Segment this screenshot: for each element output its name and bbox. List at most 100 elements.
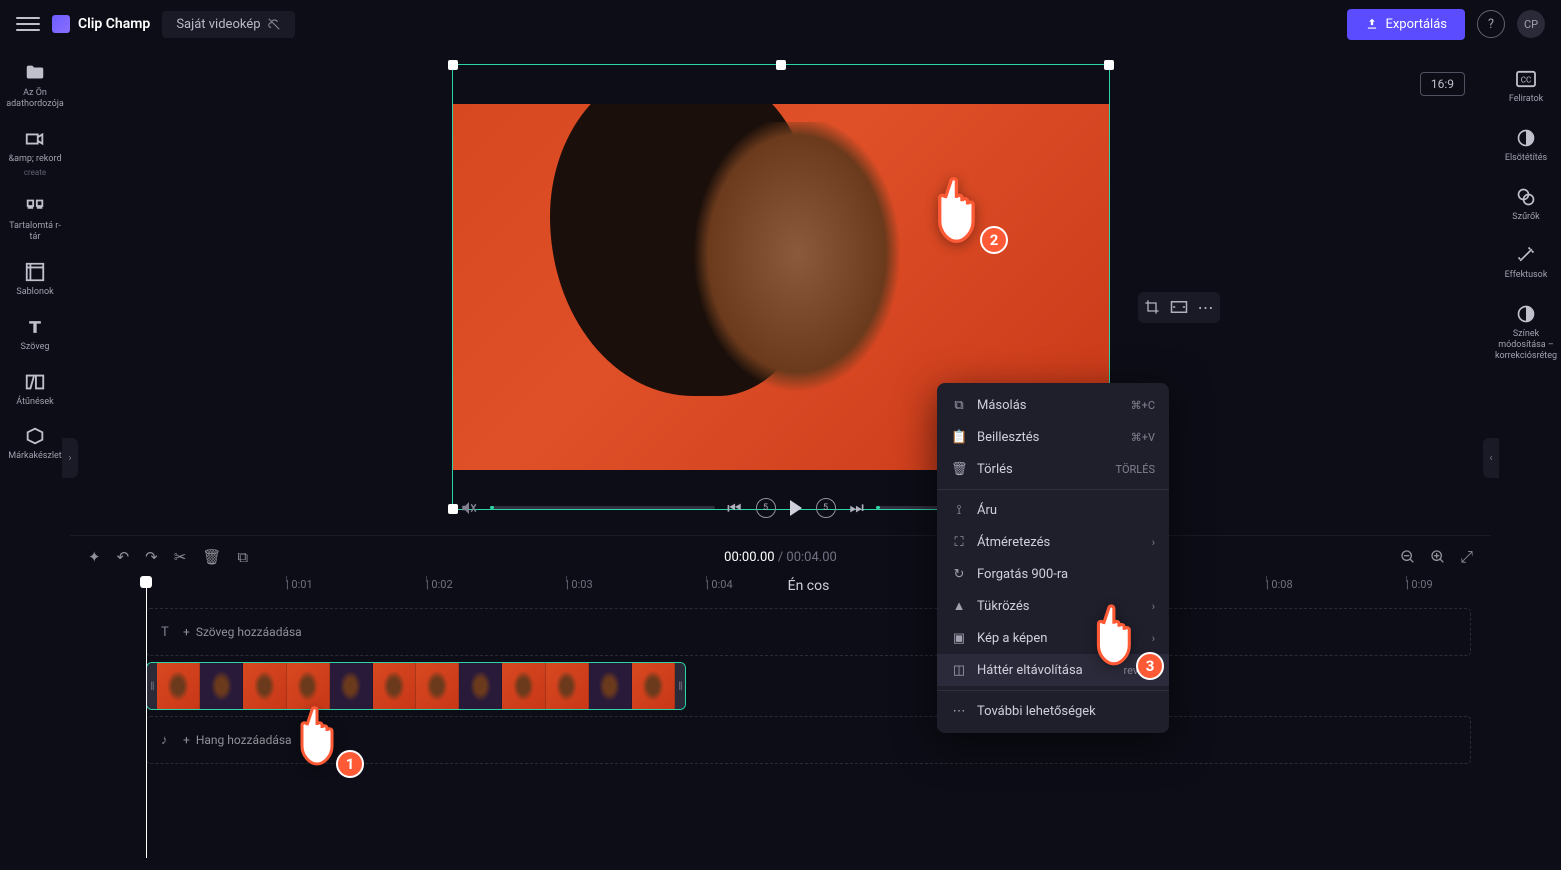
bg-remove-icon: ◫: [951, 663, 967, 678]
rail-transitions[interactable]: Átűnések: [4, 365, 66, 414]
skip-end-icon[interactable]: ⏭: [850, 498, 864, 518]
ctx-flip[interactable]: ▲Tükrözés›: [937, 590, 1169, 622]
current-time: 00:00.00: [724, 550, 774, 565]
fit-icon[interactable]: [1170, 300, 1188, 314]
ctx-rotate[interactable]: ↻Forgatás 900-ra: [937, 558, 1169, 590]
rail-media[interactable]: Az Ön adathordozója: [4, 56, 66, 116]
ruler-tick: | 0:02: [426, 578, 453, 591]
rail-colors[interactable]: Színek módosítása – korrekciósréteg: [1495, 297, 1557, 367]
ctx-resize[interactable]: ⛶Átméretezés›: [937, 526, 1169, 558]
rail-templates-label: Sablonok: [16, 287, 53, 298]
total-time: 00:04.00: [786, 550, 836, 565]
ruler-tick: | 0:01: [286, 578, 313, 591]
zoom-in-icon[interactable]: [1430, 549, 1446, 565]
right-rail: CC Feliratok Elsötétítés Szűrők Effektus…: [1491, 48, 1561, 870]
export-button[interactable]: Exportálás: [1347, 9, 1465, 40]
playhead[interactable]: [146, 578, 147, 858]
resize-handle-tl[interactable]: [448, 60, 458, 70]
text-track[interactable]: T +Szöveg hozzáadása: [146, 608, 1471, 656]
rail-text-label: Szöveg: [21, 342, 50, 353]
avatar[interactable]: CP: [1517, 10, 1545, 38]
project-title[interactable]: Saját videokép: [162, 11, 294, 38]
template-icon: [24, 261, 46, 283]
ruler-tick: | 0:04: [706, 578, 733, 591]
ctx-pip[interactable]: ▣Kép a képen›: [937, 622, 1169, 654]
ctx-remove-bg[interactable]: ◫Háttér eltávolításareview: [937, 654, 1169, 686]
flip-icon: ▲: [951, 598, 967, 614]
mute-icon[interactable]: [460, 499, 478, 517]
delete-icon[interactable]: 🗑: [202, 548, 221, 566]
paste-icon: 📋: [951, 430, 967, 445]
undo-icon[interactable]: ↶: [117, 548, 130, 566]
resize-handle-tm[interactable]: [776, 60, 786, 70]
ctx-crop[interactable]: ⟟Áru: [937, 494, 1169, 526]
ctx-copy[interactable]: ⧉Másolás⌘+C: [937, 389, 1169, 421]
contrast-icon: [1515, 303, 1537, 325]
zoom-out-icon[interactable]: [1400, 549, 1416, 565]
video-track[interactable]: || ||: [146, 662, 1471, 710]
brand-icon: [24, 425, 46, 447]
app-logo[interactable]: Clip Champ: [52, 15, 150, 33]
crop-icon[interactable]: [1144, 299, 1160, 315]
text-icon: [24, 316, 46, 338]
rail-captions[interactable]: CC Feliratok: [1495, 62, 1557, 111]
rail-colors-label: Színek módosítása – korrekciósréteg: [1495, 329, 1557, 361]
magic-icon[interactable]: ✦: [88, 548, 101, 566]
pip-icon: ▣: [951, 631, 967, 646]
ctx-paste[interactable]: 📋Beillesztés⌘+V: [937, 421, 1169, 453]
ctx-more[interactable]: ⋯További lehetőségek: [937, 695, 1169, 727]
more-icon: ⋯: [951, 704, 967, 719]
clip-handle-left[interactable]: ||: [147, 663, 157, 709]
aspect-ratio-badge[interactable]: 16:9: [1420, 72, 1465, 96]
rail-effects[interactable]: Effektusok: [1495, 238, 1557, 287]
floating-toolbar: ⋯: [1138, 292, 1220, 323]
resize-handle-tr[interactable]: [1104, 60, 1114, 70]
rail-templates[interactable]: Sablonok: [4, 255, 66, 304]
rail-text[interactable]: Szöveg: [4, 310, 66, 359]
rewind-5-icon[interactable]: 5: [756, 498, 776, 518]
forward-5-icon[interactable]: 5: [816, 498, 836, 518]
clip-handle-right[interactable]: ||: [675, 663, 685, 709]
redo-icon[interactable]: ↷: [145, 548, 158, 566]
more-icon[interactable]: ⋯: [1198, 298, 1214, 317]
wand-icon: [1515, 244, 1537, 266]
rail-fade[interactable]: Elsötétítés: [1495, 121, 1557, 170]
progress-bar[interactable]: [490, 506, 716, 509]
fade-icon: [1515, 127, 1537, 149]
rail-record-sub: create: [24, 168, 46, 177]
ctx-delete[interactable]: 🗑TörlésTÖRLÉS: [937, 453, 1169, 485]
library-icon: [24, 195, 46, 217]
play-icon[interactable]: [790, 500, 802, 516]
export-label: Exportálás: [1385, 17, 1447, 32]
rail-library-label: Tartalomtá r-tár: [6, 221, 64, 243]
trash-icon: 🗑: [951, 462, 967, 477]
timeline-ruler[interactable]: 0 | 0:01 | 0:02 | 0:03 | 0:04 Én cos | 0…: [146, 578, 1471, 602]
preview-area: 16:9 ⋯: [70, 48, 1491, 535]
cloud-off-icon: [267, 17, 281, 31]
rail-record[interactable]: &amp; rekord create: [4, 122, 66, 184]
rotate-icon: ↻: [951, 567, 967, 582]
music-icon: ♪: [161, 732, 168, 748]
timeline-toolbar: ✦ ↶ ↷ ✂ 🗑 ⧉ 00:00.00 / 00:04.00 ⤢: [70, 536, 1491, 578]
right-rail-expand[interactable]: ‹: [1483, 438, 1499, 478]
folder-icon: [24, 62, 46, 84]
video-clip[interactable]: || ||: [146, 662, 686, 710]
hamburger-icon[interactable]: [16, 12, 40, 36]
rail-brandkit[interactable]: Márkakészlet: [4, 419, 66, 468]
ruler-tick: | 0:09: [1406, 578, 1433, 591]
skip-start-icon[interactable]: ⏮: [727, 498, 741, 518]
audio-track[interactable]: ♪ +Hang hozzáadása: [146, 716, 1471, 764]
svg-text:CC: CC: [1521, 75, 1532, 85]
rail-library[interactable]: Tartalomtá r-tár: [4, 189, 66, 249]
app-name: Clip Champ: [78, 16, 150, 32]
fit-timeline-icon[interactable]: ⤢: [1460, 547, 1473, 567]
rail-effects-label: Effektusok: [1505, 270, 1548, 281]
add-audio-label[interactable]: +Hang hozzáadása: [183, 733, 292, 747]
add-text-label[interactable]: +Szöveg hozzáadása: [183, 625, 302, 639]
help-icon[interactable]: ?: [1477, 10, 1505, 38]
rail-filters[interactable]: Szűrők: [1495, 180, 1557, 229]
text-icon: T: [161, 625, 169, 640]
duplicate-icon[interactable]: ⧉: [237, 548, 248, 566]
split-icon[interactable]: ✂: [174, 548, 187, 566]
camera-icon: [24, 128, 46, 150]
